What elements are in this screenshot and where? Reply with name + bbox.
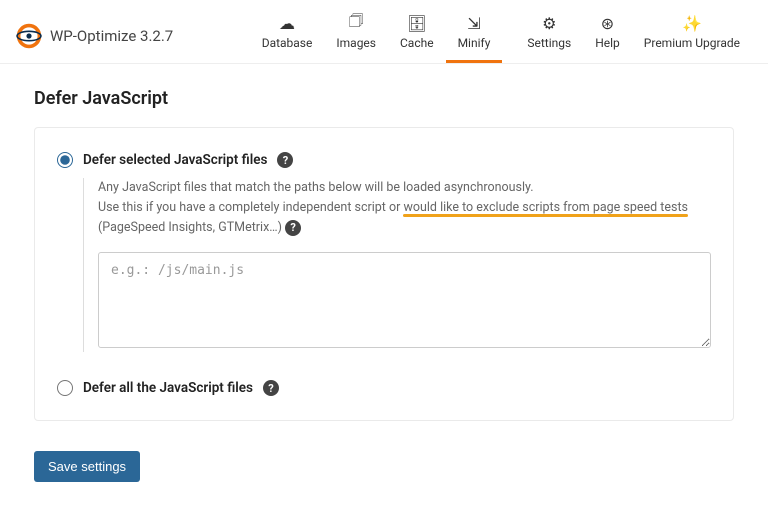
- nav-database[interactable]: ☁ Database: [250, 8, 325, 63]
- top-bar: WP-Optimize 3.2.7 ☁ Database 🗇 Images 🗄 …: [0, 0, 768, 64]
- radio-defer-selected[interactable]: [57, 152, 73, 168]
- option-defer-all[interactable]: Defer all the JavaScript files ?: [57, 380, 711, 396]
- defer-paths-textarea[interactable]: [98, 252, 711, 348]
- options-panel: Defer selected JavaScript files ? Any Ja…: [34, 127, 734, 421]
- images-icon: 🗇: [349, 14, 364, 32]
- brand-title: WP-Optimize 3.2.7: [50, 27, 173, 45]
- compress-icon: ⇲: [467, 14, 480, 32]
- option1-desc-highlight: would like to exclude scripts from page …: [403, 200, 688, 215]
- option1-desc-line2a: Use this if you have a completely indepe…: [98, 200, 403, 215]
- save-settings-button[interactable]: Save settings: [34, 451, 140, 482]
- nav-label: Settings: [527, 36, 571, 50]
- option-label: Defer selected JavaScript files: [83, 152, 267, 168]
- lifebuoy-icon: ⊛: [601, 14, 614, 32]
- option1-desc-line3: (PageSpeed Insights, GTMetrix…): [98, 220, 282, 235]
- brand: WP-Optimize 3.2.7: [16, 23, 173, 49]
- nav-label: Premium Upgrade: [644, 36, 740, 50]
- help-icon[interactable]: ?: [285, 220, 301, 236]
- nav-label: Minify: [458, 36, 491, 50]
- logo-icon: [16, 23, 42, 49]
- page-title: Defer JavaScript: [34, 88, 734, 109]
- sliders-icon: ⚙: [542, 14, 556, 32]
- page-body: Defer JavaScript Defer selected JavaScri…: [0, 64, 768, 506]
- nav-settings[interactable]: ⚙ Settings: [515, 8, 583, 63]
- nav-cache[interactable]: 🗄 Cache: [388, 8, 446, 63]
- cloud-icon: ☁: [279, 14, 295, 32]
- nav-label: Images: [336, 36, 376, 50]
- nav-minify[interactable]: ⇲ Minify: [446, 8, 503, 63]
- help-icon[interactable]: ?: [263, 380, 279, 396]
- nav-help[interactable]: ⊛ Help: [583, 8, 632, 63]
- help-icon[interactable]: ?: [277, 152, 293, 168]
- highlight-underline: [403, 214, 688, 217]
- radio-defer-all[interactable]: [57, 380, 73, 396]
- nav-label: Database: [262, 36, 313, 50]
- option1-desc-line1: Any JavaScript files that match the path…: [98, 180, 534, 195]
- wand-icon: ✨: [682, 14, 702, 32]
- top-nav: ☁ Database 🗇 Images 🗄 Cache ⇲ Minify ⚙ S…: [250, 8, 752, 63]
- nav-label: Help: [595, 36, 620, 50]
- nav-premium-upgrade[interactable]: ✨ Premium Upgrade: [632, 8, 752, 63]
- nav-label: Cache: [400, 36, 434, 50]
- option-defer-selected[interactable]: Defer selected JavaScript files ?: [57, 152, 711, 168]
- option-label: Defer all the JavaScript files: [83, 380, 253, 396]
- archive-icon: 🗄: [407, 14, 427, 32]
- option1-description: Any JavaScript files that match the path…: [83, 178, 711, 352]
- nav-images[interactable]: 🗇 Images: [324, 8, 388, 63]
